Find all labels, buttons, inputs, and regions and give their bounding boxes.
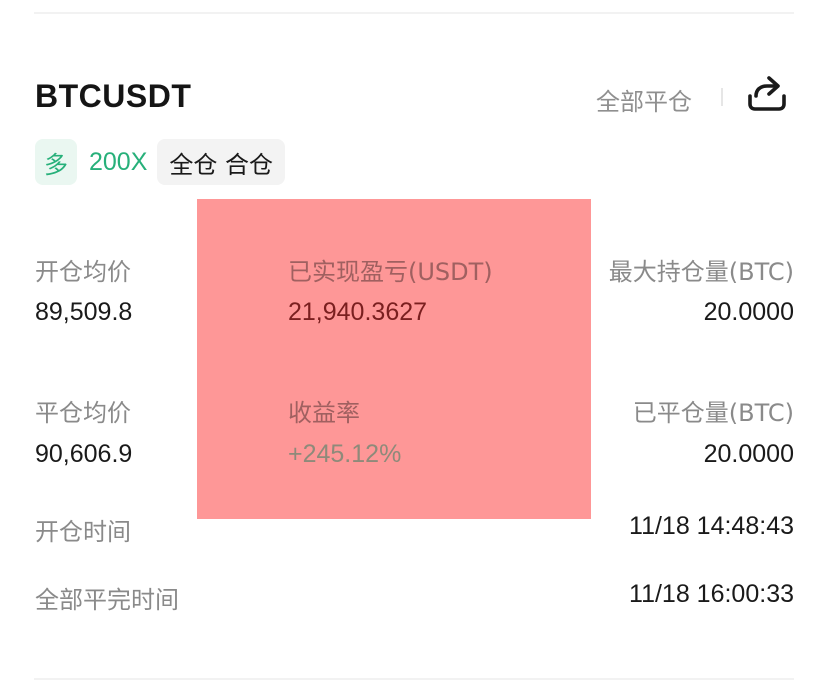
share-button[interactable] [745,72,789,116]
closed-qty-label: 已平仓量(BTC) [632,399,794,427]
close-all-time-value: 11/18 16:00:33 [629,580,794,608]
max-position-label: 最大持仓量(BTC) [608,258,794,286]
share-icon [748,76,786,111]
close-avg-value: 90,606.9 [35,440,133,468]
open-avg-label: 开仓均价 [35,258,131,286]
close-all-time-label: 全部平完时间 [35,586,179,614]
close-avg-label: 平仓均价 [35,399,131,427]
return-rate-label: 收益率 [288,399,360,427]
top-divider [34,12,794,14]
margin-mode-badge: 全仓 合仓 [157,139,286,185]
realized-pnl-value: 21,940.3627 [288,298,428,326]
open-time-label: 开仓时间 [35,518,131,546]
symbol-title: BTCUSDT [35,78,192,114]
header-separator [721,88,723,106]
open-time-value: 11/18 14:48:43 [629,512,794,540]
return-rate-value: +245.12% [288,440,402,468]
side-badge: 多 [35,139,77,185]
closed-qty-value: 20.0000 [703,440,794,468]
position-tags: 多 200X 全仓 合仓 [35,138,286,186]
close-all-button[interactable]: 全部平仓 [596,82,692,117]
leverage-badge: 200X [89,147,148,176]
open-avg-value: 89,509.8 [35,298,133,326]
max-position-value: 20.0000 [703,298,794,326]
bottom-divider [34,678,794,680]
redaction-overlay [197,199,591,519]
realized-pnl-label: 已实现盈亏(USDT) [288,258,493,286]
